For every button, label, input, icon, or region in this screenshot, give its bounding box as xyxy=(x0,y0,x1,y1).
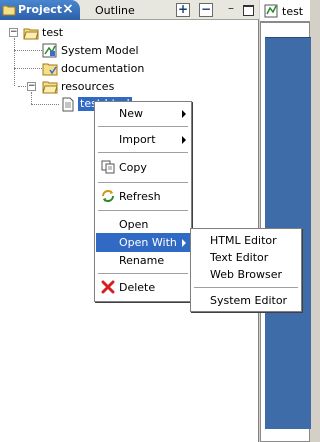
minimize-icon: – xyxy=(228,1,234,15)
submenu-arrow-icon xyxy=(182,239,186,247)
tree-node-system-model[interactable]: System Model xyxy=(42,42,152,59)
tree-guide xyxy=(14,38,15,86)
refresh-icon xyxy=(102,190,114,202)
project-folder-icon xyxy=(23,28,39,40)
editor-area: test - xyxy=(260,0,311,442)
close-icon[interactable]: × xyxy=(62,1,74,17)
menu-separator xyxy=(98,210,188,211)
tree-node-test[interactable]: test xyxy=(23,24,83,41)
folder-icon xyxy=(42,63,58,76)
menu-item-label: Open With xyxy=(119,236,177,249)
context-menu: New Import Copy Refresh Open Open With R… xyxy=(94,101,192,302)
maximize-button[interactable] xyxy=(241,3,255,17)
editor-tab-bar: test - xyxy=(260,0,310,31)
menu-item-label: System Editor xyxy=(210,294,288,307)
tree-node-label: System Model xyxy=(61,44,139,57)
menu-item-import[interactable]: Import xyxy=(96,130,190,149)
menu-separator xyxy=(98,152,188,153)
tree-node-resources[interactable]: resources xyxy=(42,78,122,95)
menu-separator xyxy=(98,273,188,274)
menu-item-copy[interactable]: Copy xyxy=(96,158,190,177)
model-icon xyxy=(264,4,278,18)
menu-item-system-editor[interactable]: System Editor xyxy=(192,291,300,310)
tab-project[interactable]: Project × xyxy=(0,0,80,20)
tree-node-documentation[interactable]: documentation xyxy=(42,60,152,77)
minimize-button[interactable]: – xyxy=(224,1,238,17)
menu-item-new[interactable]: New xyxy=(96,104,190,123)
menu-item-label: Refresh xyxy=(119,190,161,203)
menu-item-label: Copy xyxy=(119,161,147,174)
menu-item-label: Text Editor xyxy=(210,251,269,264)
menu-item-delete[interactable]: Delete xyxy=(96,278,190,297)
submenu-arrow-icon xyxy=(182,136,186,144)
delete-icon xyxy=(101,280,115,294)
menu-item-refresh[interactable]: Refresh xyxy=(96,187,190,206)
menu-separator xyxy=(98,126,188,127)
tree-node-label: documentation xyxy=(61,62,145,75)
model-icon xyxy=(42,43,57,58)
workbench: Project × Outline + − – − test System Mo… xyxy=(0,0,311,442)
tree-node-label: resources xyxy=(61,80,115,93)
menu-item-label: HTML Editor xyxy=(210,234,277,247)
menu-item-label: Rename xyxy=(119,254,165,267)
tree-guide xyxy=(14,68,42,69)
expand-all-button[interactable]: + xyxy=(176,3,190,17)
menu-item-rename[interactable]: Rename xyxy=(96,251,190,270)
menu-item-label: Web Browser xyxy=(210,268,283,281)
menu-separator xyxy=(194,287,298,288)
project-folder-icon xyxy=(2,5,16,16)
file-icon xyxy=(62,97,74,112)
tree-collapse-toggle[interactable]: − xyxy=(9,28,18,37)
tree-guide xyxy=(31,104,59,105)
menu-item-label: New xyxy=(119,107,143,120)
copy-icon xyxy=(101,160,115,174)
submenu-arrow-icon xyxy=(182,110,186,118)
menu-item-label: Delete xyxy=(119,281,156,294)
tree-guide xyxy=(14,50,42,51)
menu-item-open-with[interactable]: Open With xyxy=(96,233,190,252)
menu-item-open[interactable]: Open xyxy=(96,215,190,234)
menu-item-label: Import xyxy=(119,133,156,146)
menu-item-label: Open xyxy=(119,218,149,231)
tree-node-label: test xyxy=(42,26,64,39)
tree-guide xyxy=(31,92,32,104)
collapse-all-button[interactable]: − xyxy=(199,3,213,17)
menu-item-web-browser[interactable]: Web Browser xyxy=(192,265,300,284)
tree-collapse-toggle[interactable]: − xyxy=(27,82,36,91)
view-tab-bar: Project × Outline + − – xyxy=(0,0,259,20)
open-with-submenu: HTML Editor Text Editor Web Browser Syst… xyxy=(190,228,302,312)
tab-outline-label: Outline xyxy=(95,4,135,17)
menu-separator xyxy=(98,182,188,183)
open-folder-icon xyxy=(42,81,58,94)
tree-guide xyxy=(18,86,26,87)
tab-project-label: Project xyxy=(18,3,63,16)
tab-outline[interactable]: Outline xyxy=(95,4,135,17)
